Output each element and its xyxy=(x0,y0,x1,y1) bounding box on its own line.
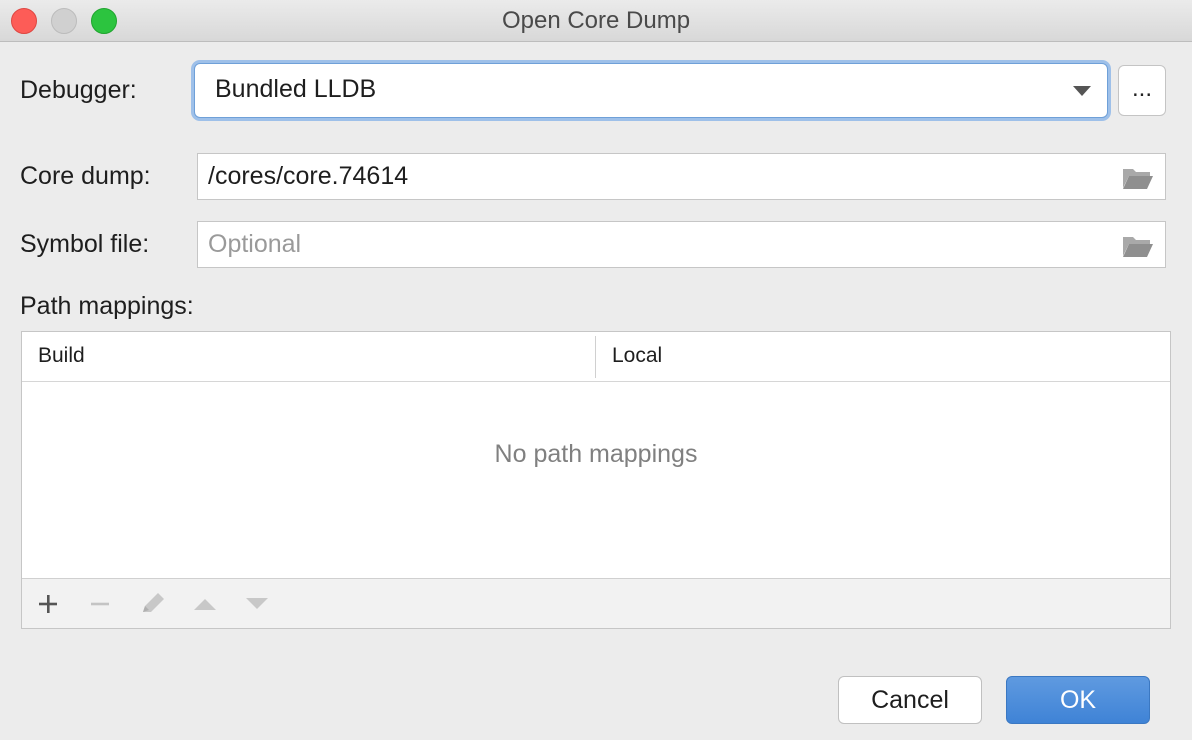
symbol-file-label: Symbol file: xyxy=(20,230,150,258)
add-icon xyxy=(39,595,57,613)
remove-mapping-button[interactable] xyxy=(85,589,115,619)
folder-open-icon[interactable] xyxy=(1122,234,1154,258)
column-divider[interactable] xyxy=(595,336,596,378)
column-header-build[interactable]: Build xyxy=(38,344,85,368)
path-mappings-table[interactable]: Build Local No path mappings xyxy=(21,331,1171,629)
path-mappings-label: Path mappings: xyxy=(20,292,194,320)
cancel-button[interactable]: Cancel xyxy=(838,676,982,724)
symbol-file-field xyxy=(197,221,1166,268)
table-header: Build Local xyxy=(22,332,1170,382)
edit-mapping-button[interactable] xyxy=(138,589,168,619)
move-down-button[interactable] xyxy=(242,589,272,619)
chevron-down-icon xyxy=(1073,86,1091,96)
remove-icon xyxy=(91,602,109,606)
move-up-icon xyxy=(194,599,216,610)
debugger-selected-value: Bundled LLDB xyxy=(215,75,377,103)
debugger-label: Debugger: xyxy=(20,76,137,104)
symbol-file-input[interactable] xyxy=(208,228,1108,261)
core-dump-label: Core dump: xyxy=(20,162,151,190)
column-header-local[interactable]: Local xyxy=(612,344,662,368)
empty-table-message: No path mappings xyxy=(494,440,698,468)
edit-icon xyxy=(143,593,164,612)
folder-open-icon[interactable] xyxy=(1122,166,1154,190)
window-title: Open Core Dump xyxy=(501,7,691,34)
add-mapping-button[interactable] xyxy=(33,589,63,619)
core-dump-field xyxy=(197,153,1166,200)
debugger-settings-button[interactable]: ... xyxy=(1118,65,1166,116)
move-up-button[interactable] xyxy=(190,589,220,619)
title-bar: Open Core Dump xyxy=(0,0,1192,42)
table-toolbar xyxy=(22,578,1170,628)
debugger-select[interactable]: Bundled LLDB xyxy=(194,63,1108,118)
ok-button[interactable]: OK xyxy=(1006,676,1150,724)
core-dump-input[interactable] xyxy=(208,160,1108,193)
move-down-icon xyxy=(246,598,268,609)
